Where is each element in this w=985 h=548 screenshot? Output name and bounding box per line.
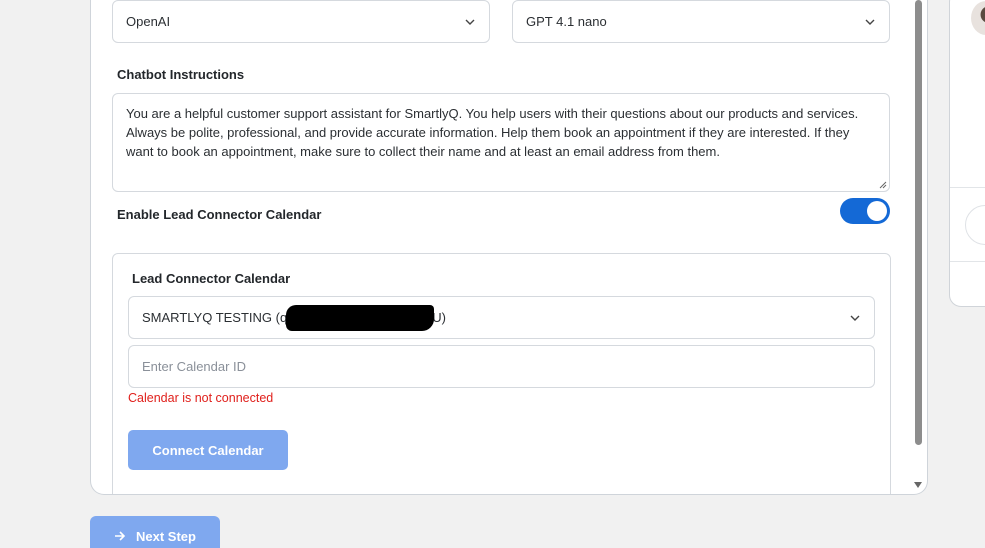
calendar-select[interactable]: SMARTLYQ TESTING (q U): [128, 296, 875, 339]
provider-select-value: OpenAI: [126, 14, 171, 29]
divider: [950, 187, 985, 188]
divider: [950, 261, 985, 262]
scrollbar-thumb[interactable]: [915, 0, 922, 445]
chevron-down-icon: [850, 315, 860, 321]
chat-preview-panel: [949, 0, 985, 307]
toggle-knob: [867, 201, 887, 221]
next-step-button[interactable]: Next Step: [90, 516, 220, 548]
calendar-section: Lead Connector Calendar SMARTLYQ TESTING…: [112, 253, 891, 494]
calendar-toggle-label: Enable Lead Connector Calendar: [117, 207, 322, 222]
scroll-down-arrow-icon[interactable]: [914, 482, 922, 488]
calendar-error-text: Calendar is not connected: [128, 391, 274, 405]
avatar: [971, 1, 985, 35]
chevron-down-icon: [865, 19, 875, 25]
connect-calendar-button[interactable]: Connect Calendar: [128, 430, 288, 470]
calendar-id-placeholder: Enter Calendar ID: [142, 359, 247, 374]
calendar-section-title: Lead Connector Calendar: [132, 271, 291, 286]
arrow-right-icon: [115, 531, 126, 541]
calendar-select-value-suffix: U): [432, 310, 446, 325]
calendar-toggle[interactable]: [840, 198, 890, 224]
calendar-id-input[interactable]: Enter Calendar ID: [128, 345, 875, 388]
form-card: OpenAI GPT 4.1 nano Chatbot Instructions…: [90, 0, 928, 495]
instructions-textarea[interactable]: You are a helpful customer support assis…: [112, 93, 890, 192]
resize-grip-icon[interactable]: [879, 181, 887, 189]
chat-preview-input[interactable]: [965, 205, 985, 245]
next-step-label: Next Step: [136, 528, 196, 544]
model-select-value: GPT 4.1 nano: [526, 14, 607, 29]
model-select[interactable]: GPT 4.1 nano: [512, 0, 890, 43]
calendar-select-value-prefix: SMARTLYQ TESTING (q: [142, 310, 288, 325]
instructions-text: You are a helpful customer support assis…: [126, 106, 859, 159]
provider-select[interactable]: OpenAI: [112, 0, 490, 43]
chevron-down-icon: [465, 19, 475, 25]
redaction-mark: [286, 305, 434, 331]
instructions-label: Chatbot Instructions: [117, 67, 245, 82]
scrollbar[interactable]: [913, 0, 924, 494]
